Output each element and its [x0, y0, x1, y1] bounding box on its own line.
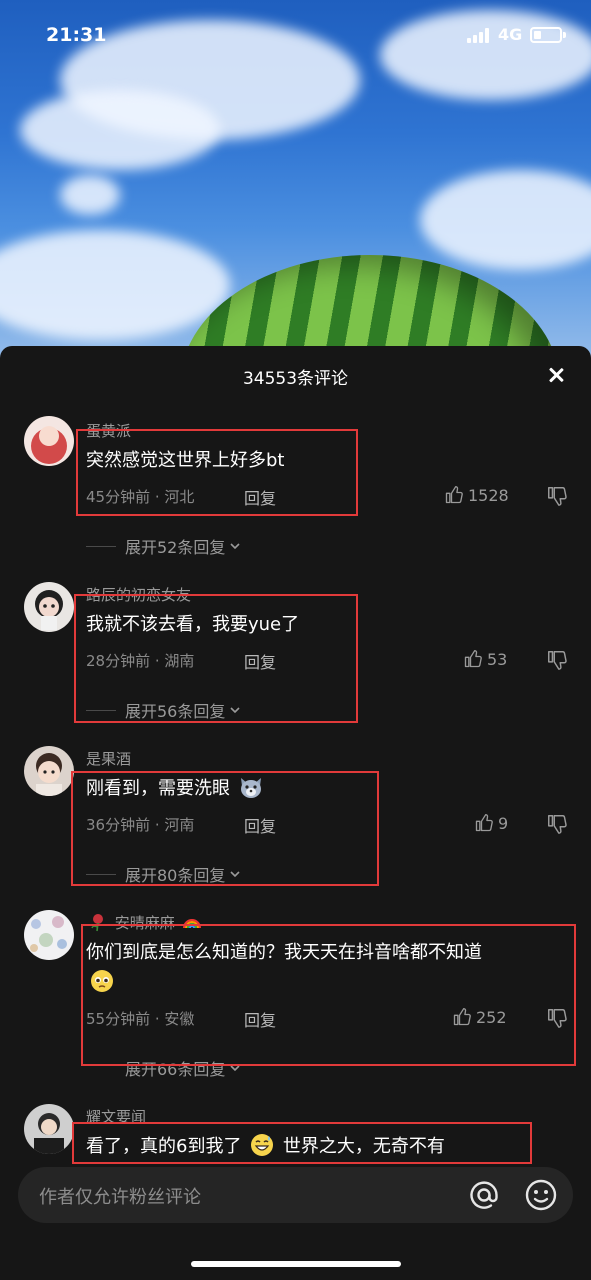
avatar[interactable] — [24, 910, 74, 960]
pleading-face-emoji-icon — [91, 970, 113, 992]
expand-replies-button[interactable]: 展开56条回复 — [86, 698, 242, 722]
comment-input-bar[interactable]: 作者仅允许粉丝评论 — [18, 1167, 573, 1223]
comment-username[interactable]: 路辰的初恋女友 — [86, 584, 191, 605]
like-button[interactable]: 53 — [463, 649, 507, 669]
battery-tip — [563, 32, 566, 38]
like-button[interactable]: 252 — [452, 1007, 507, 1027]
comment-time-location: 45分钟前 · 河北 — [86, 488, 195, 506]
status-time: 21:31 — [46, 24, 107, 46]
grinning-sweat-emoji-icon — [251, 1134, 274, 1156]
comment-text-part1: 看了，真的6到我了 — [86, 1136, 242, 1157]
home-indicator[interactable] — [191, 1261, 401, 1267]
comment-time-location: 36分钟前 · 河南 — [86, 816, 195, 834]
thumbs-down-icon[interactable] — [546, 649, 568, 671]
expand-replies-label: 展开80条回复 — [125, 866, 226, 885]
comment-item: 是果酒 刚看到，需要洗眼 36分钟前 · 河南 回复 9 展开80条回复 — [0, 742, 591, 902]
expand-replies-label: 展开52条回复 — [125, 538, 226, 557]
comment-text[interactable]: 我就不该去看，我要yue了 — [86, 610, 299, 636]
thumbs-down-icon[interactable] — [546, 1007, 568, 1029]
comment-text-body: 刚看到，需要洗眼 — [86, 778, 230, 799]
comment-item: 蛋黄派 突然感觉这世界上好多bt 45分钟前 · 河北 回复 1528 展开52… — [0, 414, 591, 574]
like-count: 252 — [476, 1007, 507, 1027]
chevron-down-icon — [230, 1065, 240, 1072]
comment-username[interactable]: 安晴麻麻 — [86, 912, 204, 933]
thumbs-up-icon — [453, 1008, 471, 1026]
reply-button[interactable]: 回复 — [244, 649, 276, 673]
status-bar: 21:31 4G — [0, 0, 591, 70]
reply-button[interactable]: 回复 — [244, 1007, 276, 1031]
comment-input-placeholder[interactable]: 作者仅允许粉丝评论 — [39, 1183, 201, 1209]
battery-icon — [530, 27, 562, 43]
avatar[interactable] — [24, 1104, 74, 1154]
expand-replies-button[interactable]: 展开80条回复 — [86, 862, 242, 886]
expand-replies-label: 展开66条回复 — [125, 1060, 226, 1079]
divider — [86, 545, 116, 547]
comment-text[interactable]: 刚看到，需要洗眼 — [86, 774, 266, 800]
avatar[interactable] — [24, 416, 74, 466]
comment-username[interactable]: 耀文要闻 — [86, 1106, 146, 1127]
comment-item: 安晴麻麻 你们到底是怎么知道的？我天天在抖音啥都不知道 55分钟前 · 安徽 回… — [0, 906, 591, 1086]
comment-username[interactable]: 是果酒 — [86, 748, 131, 769]
chevron-down-icon — [230, 543, 240, 550]
thumbs-down-icon[interactable] — [546, 485, 568, 507]
divider — [86, 709, 116, 711]
thumbs-up-icon — [464, 650, 482, 668]
chevron-down-icon — [230, 871, 240, 878]
reply-button[interactable]: 回复 — [244, 813, 276, 837]
reply-button[interactable]: 回复 — [244, 485, 276, 509]
comment-panel: 34553条评论 蛋黄派 突然感觉这世界上好多bt 45分钟前 · 河北 回复 … — [0, 346, 591, 1280]
thumbs-down-icon[interactable] — [546, 813, 568, 835]
expand-replies-button[interactable]: 展开52条回复 — [86, 534, 242, 558]
like-button[interactable]: 9 — [474, 813, 508, 833]
like-count: 53 — [487, 649, 508, 669]
rainbow-emoji-icon — [182, 919, 201, 929]
comment-username[interactable]: 蛋黄派 — [86, 420, 131, 441]
close-icon[interactable] — [540, 360, 572, 392]
thumbs-up-icon — [475, 814, 493, 832]
network-label: 4G — [498, 25, 523, 44]
comment-text[interactable]: 你们到底是怎么知道的？我天天在抖音啥都不知道 — [86, 938, 482, 964]
avatar[interactable] — [24, 582, 74, 632]
like-count: 9 — [498, 813, 509, 833]
comment-count-title: 34553条评论 — [242, 369, 349, 389]
comment-text-part2: 世界之大，无奇不有 — [282, 1136, 445, 1157]
expand-replies-button[interactable]: 展开66条回复 — [86, 1056, 242, 1080]
username-text: 安晴麻麻 — [114, 914, 175, 932]
comment-text[interactable]: 看了，真的6到我了 世界之大，无奇不有 — [86, 1132, 445, 1158]
chevron-down-icon — [230, 707, 240, 714]
at-icon[interactable] — [466, 1177, 502, 1213]
avatar[interactable] — [24, 746, 74, 796]
comment-time-location: 55分钟前 · 安徽 — [86, 1010, 195, 1028]
comment-time-location: 28分钟前 · 湖南 — [86, 652, 195, 670]
emoji-icon[interactable] — [523, 1177, 559, 1213]
like-count: 1528 — [468, 485, 509, 505]
battery-level — [534, 31, 541, 39]
wolf-emoji-icon — [240, 778, 261, 798]
divider — [86, 1068, 116, 1069]
rose-emoji-icon — [91, 914, 103, 932]
thumbs-up-icon — [445, 486, 463, 504]
divider — [86, 873, 116, 875]
comment-item: 路辰的初恋女友 我就不该去看，我要yue了 28分钟前 · 湖南 回复 53 展… — [0, 578, 591, 738]
like-button[interactable]: 1528 — [444, 485, 509, 505]
signal-icon — [467, 27, 493, 43]
comment-text[interactable]: 突然感觉这世界上好多bt — [86, 446, 284, 472]
expand-replies-label: 展开56条回复 — [125, 702, 226, 721]
